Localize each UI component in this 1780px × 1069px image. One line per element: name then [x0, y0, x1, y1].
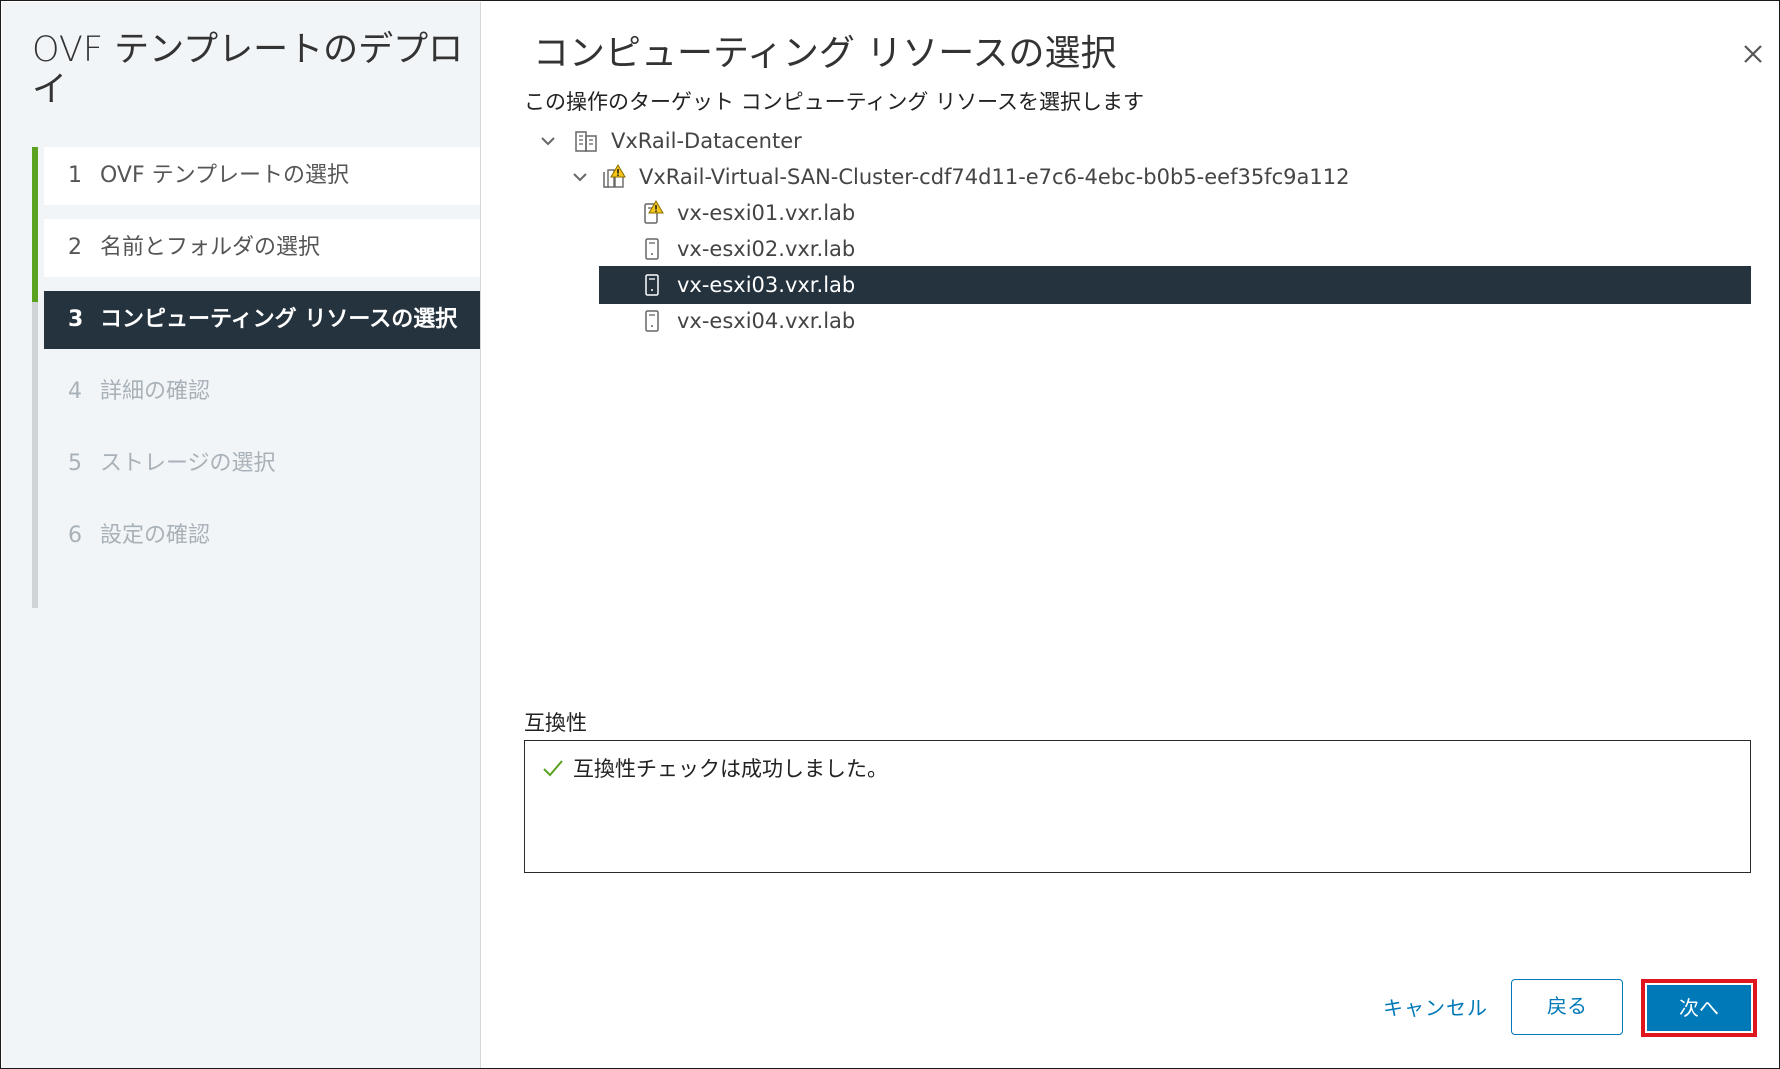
tree-node-host[interactable]: vx-esxi01.vxr.lab — [639, 194, 1039, 232]
step-label: OVF テンプレートの選択 — [100, 163, 349, 188]
step-label: 名前とフォルダの選択 — [100, 235, 321, 260]
tree-node-label: VxRail-Datacenter — [611, 129, 802, 153]
tree-node-host-selected[interactable]: vx-esxi03.vxr.lab — [599, 266, 1751, 304]
step-number: 1 — [68, 163, 82, 188]
dialog-title: OVF テンプレートのデプロイ — [32, 30, 464, 110]
step-number: 3 — [68, 307, 84, 332]
host-icon — [645, 310, 659, 332]
tree-node-label: vx-esxi03.vxr.lab — [677, 273, 856, 297]
wizard-sidebar: OVF テンプレートのデプロイ 1 OVF テンプレートの選択 2 名前とフォルダの… — [2, 2, 481, 1068]
step-number: 6 — [68, 523, 82, 548]
step-label: 詳細の確認 — [100, 379, 211, 404]
compatibility-label: 互換性 — [524, 711, 587, 735]
tree-node-host[interactable]: vx-esxi04.vxr.lab — [639, 302, 1039, 340]
page-title: コンピューティング リソースの選択 — [533, 33, 1117, 74]
step-select-compute-resource[interactable]: 3 コンピューティング リソースの選択 — [44, 291, 480, 349]
step-review-settings: 6 設定の確認 — [44, 507, 480, 565]
close-icon[interactable] — [1737, 38, 1769, 70]
host-warning-icon — [644, 200, 664, 224]
host-icon — [645, 274, 659, 296]
step-select-name-folder[interactable]: 2 名前とフォルダの選択 — [44, 219, 480, 277]
wizard-content: コンピューティング リソースの選択 この操作のターゲット コンピューティング リ… — [481, 2, 1779, 1068]
deploy-ovf-dialog: OVF テンプレートのデプロイ 1 OVF テンプレートの選択 2 名前とフォルダの… — [0, 0, 1780, 1069]
step-select-ovf-template[interactable]: 1 OVF テンプレートの選択 — [44, 147, 480, 205]
tree-node-datacenter[interactable]: VxRail-Datacenter — [537, 122, 802, 160]
tree-node-label: VxRail-Virtual-SAN-Cluster-cdf74d11-e7c6… — [639, 165, 1350, 189]
step-label: コンピューティング リソースの選択 — [100, 307, 458, 332]
compatibility-message: 互換性チェックは成功しました。 — [541, 753, 888, 783]
checkmark-icon — [543, 760, 563, 777]
tree-node-cluster[interactable]: VxRail-Virtual-SAN-Cluster-cdf74d11-e7c6… — [569, 158, 1349, 196]
tree-node-label: vx-esxi04.vxr.lab — [677, 309, 856, 333]
back-button[interactable]: 戻る — [1511, 979, 1623, 1035]
compatibility-panel: 互換性チェックは成功しました。 — [524, 740, 1751, 873]
tree-node-label: vx-esxi01.vxr.lab — [677, 201, 856, 225]
chevron-down-icon[interactable] — [537, 130, 559, 152]
cancel-button[interactable]: キャンセル — [1383, 992, 1488, 1021]
page-subtitle: この操作のターゲット コンピューティング リソースを選択します — [524, 90, 1145, 114]
datacenter-icon — [575, 131, 597, 152]
next-button-highlight: 次へ — [1641, 979, 1757, 1037]
tree-node-label: vx-esxi02.vxr.lab — [677, 237, 856, 261]
chevron-down-icon[interactable] — [569, 166, 591, 188]
steps-rail-progress — [32, 147, 38, 302]
step-number: 5 — [68, 451, 82, 476]
host-icon — [645, 238, 659, 260]
tree-node-host[interactable]: vx-esxi02.vxr.lab — [639, 230, 1039, 268]
step-number: 2 — [68, 235, 82, 260]
step-review-details: 4 詳細の確認 — [44, 363, 480, 421]
step-select-storage: 5 ストレージの選択 — [44, 435, 480, 493]
wizard-steps: 1 OVF テンプレートの選択 2 名前とフォルダの選択 3 コンピューティング リソ… — [32, 147, 480, 608]
compatibility-message-text: 互換性チェックは成功しました。 — [573, 757, 888, 781]
cluster-warning-icon — [603, 164, 626, 188]
step-number: 4 — [68, 379, 82, 404]
next-button[interactable]: 次へ — [1647, 985, 1751, 1031]
step-label: 設定の確認 — [100, 523, 211, 548]
step-label: ストレージの選択 — [100, 451, 276, 476]
